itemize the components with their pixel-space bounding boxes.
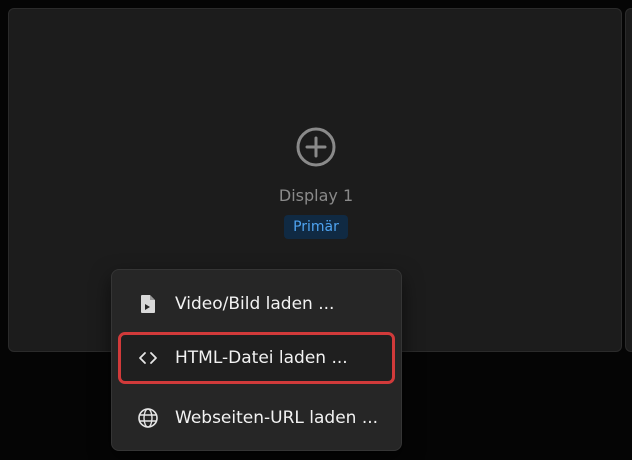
- primary-badge: Primär: [284, 215, 348, 239]
- menu-item-label: Webseiten-URL laden ...: [175, 408, 379, 428]
- display-name: Display 1: [278, 186, 354, 205]
- plus-circle-icon[interactable]: [295, 126, 337, 168]
- load-content-menu: Video/Bild laden ... HTML-Datei laden ..…: [111, 269, 402, 451]
- menu-item-load-website-url[interactable]: Webseiten-URL laden ...: [118, 392, 395, 444]
- menu-item-label: HTML-Datei laden ...: [175, 348, 348, 368]
- menu-item-load-video-image[interactable]: Video/Bild laden ...: [118, 278, 395, 330]
- code-icon: [139, 352, 157, 364]
- next-display-card-edge[interactable]: [625, 8, 632, 352]
- menu-item-label: Video/Bild laden ...: [175, 294, 335, 314]
- app-stage: Display 1 Primär Video/Bild laden ... HT…: [0, 0, 632, 460]
- menu-item-load-html-file[interactable]: HTML-Datei laden ...: [118, 332, 395, 384]
- globe-icon: [138, 408, 158, 428]
- file-video-icon: [141, 295, 155, 313]
